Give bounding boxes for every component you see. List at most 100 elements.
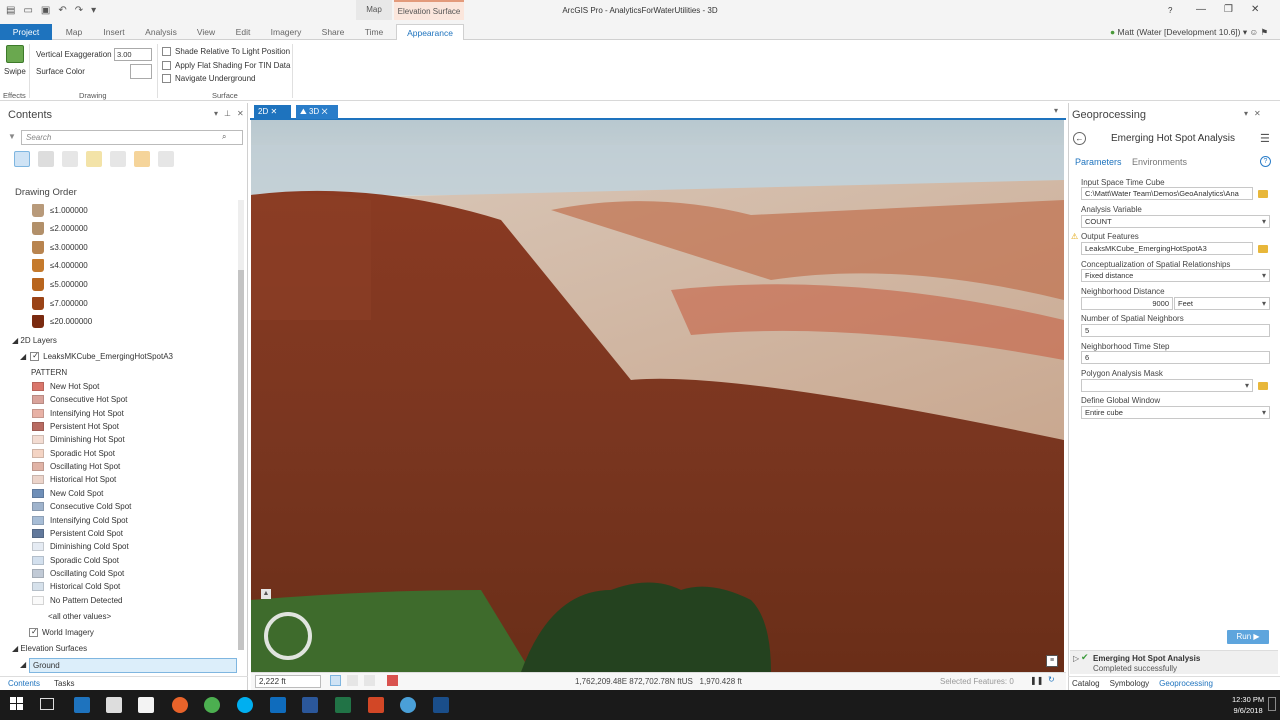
close-icon[interactable]: ✕ [270,107,277,116]
ground-surface-row[interactable]: Ground [29,658,237,673]
file-explorer-icon[interactable] [106,697,122,713]
flat-shading-checkbox-row[interactable]: Apply Flat Shading For TIN Data [162,61,290,70]
tab-map[interactable]: Map [56,24,92,40]
expand-arrow-icon[interactable]: ▷ [1073,654,1079,663]
tab-project[interactable]: Project [0,24,52,40]
filter-icon[interactable]: ▼ [8,132,16,141]
scale-input[interactable]: 2,222 ft [255,675,321,688]
browse-folder-icon[interactable] [1258,245,1268,253]
expand-arrow-icon[interactable]: ◢ [20,660,26,669]
table-icon[interactable] [364,675,375,686]
chrome-icon[interactable] [204,697,220,713]
pdf-icon[interactable] [387,675,398,686]
tab-imagery[interactable]: Imagery [266,24,306,40]
tab-analysis[interactable]: Analysis [138,24,184,40]
pane-menu-icon[interactable]: ▾ [214,109,218,118]
surface-color-picker[interactable] [130,64,152,79]
close-icon[interactable]: ✕ [1251,4,1259,15]
save-icon[interactable]: ▣ [41,5,50,16]
context-tab-elevation-surface[interactable]: Elevation Surface [394,0,464,20]
back-arrow-icon[interactable]: ← [1073,132,1086,145]
output-features-field[interactable]: LeaksMKCube_EmergingHotSpotA3 [1081,242,1253,255]
restore-icon[interactable]: ❐ [1224,4,1233,15]
excel-icon[interactable] [335,697,351,713]
powerpoint-icon[interactable] [368,697,384,713]
tab-edit[interactable]: Edit [228,24,258,40]
start-button-icon[interactable] [10,697,23,710]
word-icon[interactable] [302,697,318,713]
list-by-selection-icon[interactable] [62,151,78,167]
tab-3d-scene[interactable]: ⛰ 3D ✕ [296,105,338,119]
attribution-icon[interactable]: ≡ [1046,655,1058,667]
contents-search-input[interactable]: Search [21,130,243,145]
tab-appearance[interactable]: Appearance [396,24,464,40]
input-cube-field[interactable]: C:\Matt\Water Team\Demos\GeoAnalytics\An… [1081,187,1253,200]
list-by-labeling-icon[interactable] [134,151,150,167]
scene-view-3d[interactable] [251,120,1064,672]
task-view-icon[interactable] [40,698,54,710]
navigator-icon[interactable] [264,612,312,660]
analysis-variable-dropdown[interactable]: COUNT [1081,215,1270,228]
context-tab-map[interactable]: Map [356,0,392,20]
edge-browser-icon[interactable] [74,697,90,713]
swipe-button-label[interactable]: Swipe [4,67,26,76]
world-imagery-row[interactable]: ✓ World Imagery [29,627,94,637]
overview-toggle-icon[interactable]: ▲ [261,589,271,599]
tab-tasks[interactable]: Tasks [54,677,74,690]
layer-row[interactable]: ◢ ✓ LeaksMKCube_EmergingHotSpotA3 [20,351,173,361]
layers-2d-group[interactable]: ◢ 2D Layers [12,336,57,345]
tab-symbology[interactable]: Symbology [1110,677,1150,690]
close-icon[interactable]: ✕ [237,109,244,118]
list-by-snapping-icon[interactable] [110,151,126,167]
list-by-data-source-icon[interactable] [38,151,54,167]
search-icon[interactable]: ⌕ [222,132,226,142]
time-step-input[interactable]: 6 [1081,351,1270,364]
open-folder-icon[interactable]: ▭ [23,5,32,16]
new-project-icon[interactable]: ▤ [6,5,15,16]
taskbar-clock[interactable]: 12:30 PM 9/6/2018 [1232,694,1264,716]
navigate-underground-checkbox-row[interactable]: Navigate Underground [162,74,256,83]
tab-environments[interactable]: Environments [1132,157,1187,167]
outlook-icon[interactable] [270,697,286,713]
customize-qat-icon[interactable]: ▾ [91,5,96,16]
help-button[interactable]: ? [1168,6,1172,15]
tab-geoprocessing[interactable]: Geoprocessing [1159,677,1213,690]
list-by-charts-icon[interactable] [158,151,174,167]
tab-share[interactable]: Share [316,24,350,40]
view-options-chevron-icon[interactable]: ▾ [1054,106,1058,115]
layer-visibility-checkbox[interactable]: ✓ [30,351,40,361]
tab-catalog[interactable]: Catalog [1072,677,1100,690]
list-by-editing-icon[interactable] [86,151,102,167]
close-icon[interactable]: ✕ [321,107,327,116]
tab-parameters[interactable]: Parameters [1075,157,1122,167]
tab-insert[interactable]: Insert [96,24,132,40]
list-by-drawing-order-icon[interactable] [14,151,30,167]
pause-drawing-icon[interactable]: ❚❚ [1030,676,1043,685]
run-button[interactable]: Run ▶ [1227,630,1269,644]
tab-view[interactable]: View [190,24,222,40]
checkbox[interactable] [162,74,171,83]
checkbox[interactable] [162,47,171,56]
neighborhood-distance-input[interactable]: 9000 [1081,297,1173,310]
conceptualization-dropdown[interactable]: Fixed distance [1081,269,1270,282]
tab-2d-map[interactable]: 2D ✕ [254,105,291,119]
swipe-icon[interactable] [6,45,24,63]
checkbox[interactable] [162,61,171,70]
store-icon[interactable] [138,697,154,713]
refresh-icon[interactable]: ↻ [1048,675,1055,684]
arcgis-pro-icon[interactable] [400,697,416,713]
elevation-surfaces-group[interactable]: ◢ Elevation Surfaces [12,644,87,653]
undo-icon[interactable]: ↶ [58,5,66,16]
browse-folder-icon[interactable] [1258,190,1268,198]
tab-contents[interactable]: Contents [8,677,40,690]
contents-scrollbar-thumb[interactable] [238,270,244,650]
browse-folder-icon[interactable] [1258,382,1268,390]
minimize-icon[interactable]: — [1196,4,1206,15]
layer-visibility-checkbox[interactable]: ✓ [29,627,38,637]
pane-menu-icon[interactable]: ▾ [1244,109,1248,118]
distance-unit-dropdown[interactable]: Feet [1174,297,1270,310]
hamburger-menu-icon[interactable]: ☰ [1260,132,1270,145]
close-icon[interactable]: ✕ [1254,109,1261,118]
grid-icon[interactable] [330,675,341,686]
polygon-mask-dropdown[interactable] [1081,379,1253,392]
